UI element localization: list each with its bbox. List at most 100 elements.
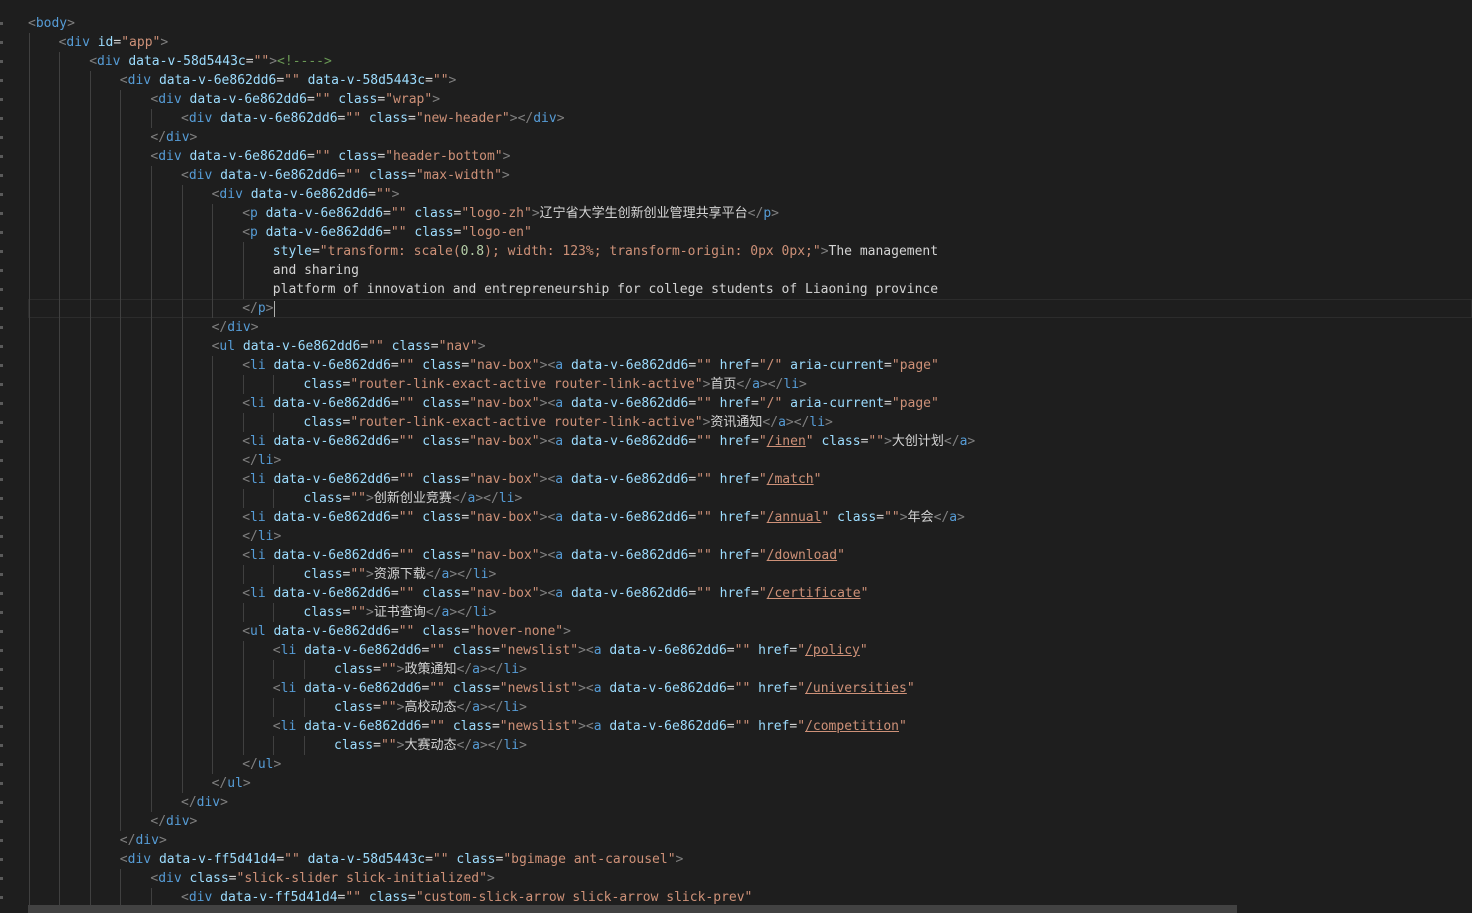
- code-line[interactable]: class="">创新创业竞赛</a></li>: [28, 489, 1472, 508]
- code-token: </: [487, 662, 504, 677]
- code-token: =: [311, 244, 320, 259]
- code-token: =: [360, 339, 369, 354]
- indent-guide: [150, 641, 152, 660]
- code-line[interactable]: class="">高校动态</a></li>: [28, 698, 1472, 717]
- indent-guide: [212, 432, 214, 451]
- indent-guide: [150, 527, 152, 546]
- indent-guide: [120, 698, 122, 717]
- indent-guide: [150, 413, 152, 432]
- code-line[interactable]: <div id="app">: [28, 33, 1472, 52]
- indent-guide: [212, 508, 214, 527]
- code-line[interactable]: platform of innovation and entrepreneurs…: [28, 280, 1472, 299]
- code-line[interactable]: style="transform: scale(0.8); width: 123…: [28, 242, 1472, 261]
- code-line[interactable]: </div>: [28, 793, 1472, 812]
- code-line[interactable]: <p data-v-6e862dd6="" class="logo-zh">辽宁…: [28, 204, 1472, 223]
- code-token: >: [578, 643, 586, 658]
- code-token: >: [479, 700, 488, 715]
- code-line[interactable]: </div>: [28, 318, 1472, 337]
- code-token: =: [461, 472, 470, 487]
- code-line[interactable]: <div data-v-6e862dd6="" data-v-58d5443c=…: [28, 71, 1472, 90]
- code-line[interactable]: <li data-v-6e862dd6="" class="nav-box"><…: [28, 470, 1472, 489]
- code-line[interactable]: <li data-v-6e862dd6="" class="nav-box"><…: [28, 394, 1472, 413]
- code-line[interactable]: <div data-v-6e862dd6="" class="wrap">: [28, 90, 1472, 109]
- indent-guide: [28, 527, 30, 546]
- code-line[interactable]: <body>: [28, 14, 1472, 33]
- code-area[interactable]: <body> <div id="app"> <div data-v-58d5443c…: [28, 14, 1472, 907]
- code-line[interactable]: <p data-v-6e862dd6="" class="logo-en": [28, 223, 1472, 242]
- code-line[interactable]: </ul>: [28, 774, 1472, 793]
- indent-guide: [212, 204, 214, 223]
- indent-guide: [59, 318, 61, 337]
- code-token: "slick-slider slick-initialized": [236, 871, 487, 886]
- code-line[interactable]: <ul data-v-6e862dd6="" class="hover-none…: [28, 622, 1472, 641]
- code-token: class: [422, 548, 462, 563]
- code-token: href: [758, 719, 790, 734]
- code-line[interactable]: <li data-v-6e862dd6="" class="nav-box"><…: [28, 356, 1472, 375]
- code-token: =: [306, 92, 315, 107]
- code-token: a: [555, 510, 571, 525]
- code-token: "": [390, 225, 415, 240]
- code-token: <: [181, 168, 189, 183]
- code-line[interactable]: <li data-v-6e862dd6="" class="newslist">…: [28, 679, 1472, 698]
- code-token: /certificate: [766, 586, 861, 601]
- code-token: >: [158, 833, 167, 848]
- code-token: >: [273, 757, 282, 772]
- indent-guide: [212, 356, 214, 375]
- indent-guide: [150, 166, 152, 185]
- code-line[interactable]: </div>: [28, 831, 1472, 850]
- code-line[interactable]: class="">大赛动态</a></li>: [28, 736, 1472, 755]
- indent-guide: [59, 489, 61, 508]
- indent-guide: [28, 432, 30, 451]
- code-token: <: [242, 396, 251, 411]
- horizontal-scrollbar[interactable]: [28, 905, 1237, 913]
- code-line[interactable]: <div data-v-6e862dd6="" class="new-heade…: [28, 109, 1472, 128]
- code-line[interactable]: <div data-v-58d5443c=""><!---->: [28, 52, 1472, 71]
- indent-guide: [89, 831, 91, 850]
- code-line-content: <body>: [28, 16, 75, 31]
- code-line[interactable]: <ul data-v-6e862dd6="" class="nav">: [28, 337, 1472, 356]
- code-token: div: [188, 168, 221, 183]
- indent-guide: [181, 603, 183, 622]
- code-token: class: [422, 358, 462, 373]
- code-line[interactable]: and sharing: [28, 261, 1472, 280]
- code-line[interactable]: <li data-v-6e862dd6="" class="nav-box"><…: [28, 584, 1472, 603]
- gutter-mark: [0, 516, 3, 519]
- indent-guide: [181, 660, 183, 679]
- code-token: href: [758, 681, 790, 696]
- code-token: ": [797, 681, 806, 696]
- code-token: =: [461, 548, 470, 563]
- code-editor[interactable]: <body> <div id="app"> <div data-v-58d5443c…: [0, 0, 1472, 913]
- code-line[interactable]: <li data-v-6e862dd6="" class="nav-box"><…: [28, 546, 1472, 565]
- indent-guide: [89, 223, 91, 242]
- code-line[interactable]: <li data-v-6e862dd6="" class="nav-box"><…: [28, 432, 1472, 451]
- code-line[interactable]: <div class="slick-slider slick-initializ…: [28, 869, 1472, 888]
- indent-guide: [212, 717, 214, 736]
- code-line[interactable]: class="">证书查询</a></li>: [28, 603, 1472, 622]
- code-token: a: [472, 700, 480, 715]
- code-line[interactable]: class="router-link-exact-active router-l…: [28, 375, 1472, 394]
- code-line[interactable]: <li data-v-6e862dd6="" class="nav-box"><…: [28, 508, 1472, 527]
- code-token: </: [456, 662, 473, 677]
- code-line[interactable]: </div>: [28, 812, 1472, 831]
- code-line[interactable]: </p>: [28, 299, 1472, 318]
- code-line[interactable]: <div data-v-6e862dd6="">: [28, 185, 1472, 204]
- code-token: >: [160, 35, 169, 50]
- code-token: data-v-6e862dd6: [265, 225, 384, 240]
- code-line[interactable]: </li>: [28, 451, 1472, 470]
- code-line[interactable]: </div>: [28, 128, 1472, 147]
- code-line[interactable]: class="">政策通知</a></li>: [28, 660, 1472, 679]
- indent-guide: [59, 356, 61, 375]
- code-token: ": [837, 548, 845, 563]
- code-line[interactable]: <li data-v-6e862dd6="" class="newslist">…: [28, 641, 1472, 660]
- code-line[interactable]: <div data-v-ff5d41d4="" data-v-58d5443c=…: [28, 850, 1472, 869]
- code-line[interactable]: class="router-link-exact-active router-l…: [28, 413, 1472, 432]
- code-line[interactable]: </ul>: [28, 755, 1472, 774]
- code-token: =: [390, 472, 399, 487]
- code-line[interactable]: <div data-v-6e862dd6="" class="header-bo…: [28, 147, 1472, 166]
- code-line[interactable]: class="">资源下载</a></li>: [28, 565, 1472, 584]
- code-token: /universities: [805, 681, 907, 696]
- indent-guide: [28, 204, 30, 223]
- code-line[interactable]: </li>: [28, 527, 1472, 546]
- code-line[interactable]: <div data-v-6e862dd6="" class="max-width…: [28, 166, 1472, 185]
- code-line[interactable]: <li data-v-6e862dd6="" class="newslist">…: [28, 717, 1472, 736]
